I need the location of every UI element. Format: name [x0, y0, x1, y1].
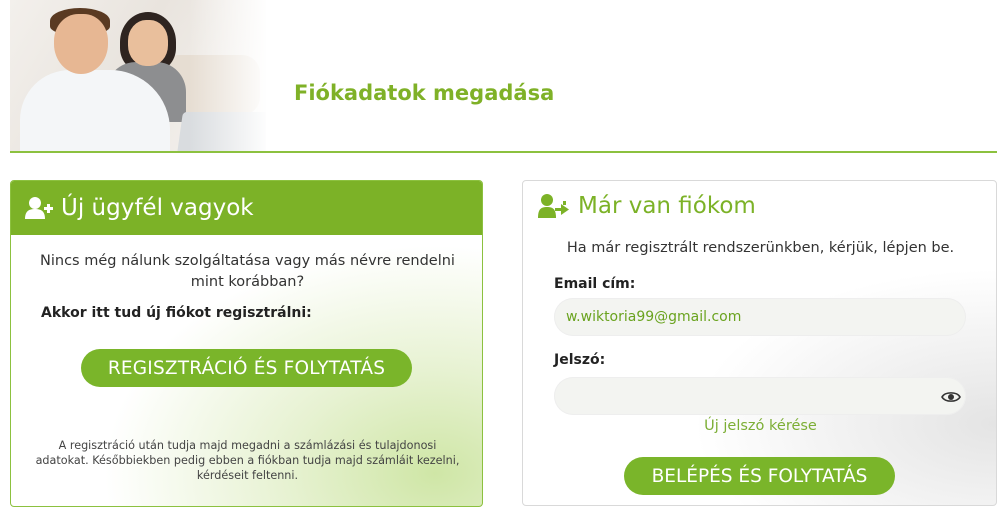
register-prompt: Akkor itt tud új fiókot regisztrálni: — [41, 305, 312, 321]
header-photo — [10, 0, 266, 152]
user-plus-icon — [25, 196, 53, 220]
registration-note: A regisztráció után tudja majd megadni a… — [35, 439, 460, 482]
page-title: Fiókadatok megadása — [294, 81, 555, 105]
login-and-continue-button[interactable]: BELÉPÉS ÉS FOLYTATÁS — [624, 457, 895, 495]
new-customer-title: Új ügyfél vagyok — [61, 195, 254, 221]
forgot-password-link[interactable]: Új jelszó kérése — [523, 418, 996, 434]
eye-icon[interactable] — [941, 389, 961, 403]
login-title: Már van fiókom — [578, 193, 756, 219]
new-customer-card-header: Új ügyfél vagyok — [11, 181, 482, 235]
new-customer-intro: Nincs még nálunk szolgáltatása vagy más … — [40, 253, 455, 290]
email-label: Email cím: — [554, 276, 636, 292]
register-and-continue-button[interactable]: REGISZTRÁCIÓ ÉS FOLYTATÁS — [81, 349, 412, 387]
new-customer-card: Új ügyfél vagyok Nincs még nálunk szolgá… — [10, 180, 483, 507]
password-field[interactable] — [554, 377, 966, 415]
login-card-header: Már van fiókom — [538, 193, 756, 219]
login-card: Már van fiókom Ha már regisztrált rendsz… — [522, 180, 997, 506]
header-divider — [10, 151, 997, 153]
password-label: Jelszó: — [554, 352, 606, 368]
login-intro: Ha már regisztrált rendszerünkben, kérjü… — [566, 240, 955, 256]
sign-in-icon — [538, 193, 570, 219]
email-field[interactable] — [554, 298, 966, 336]
